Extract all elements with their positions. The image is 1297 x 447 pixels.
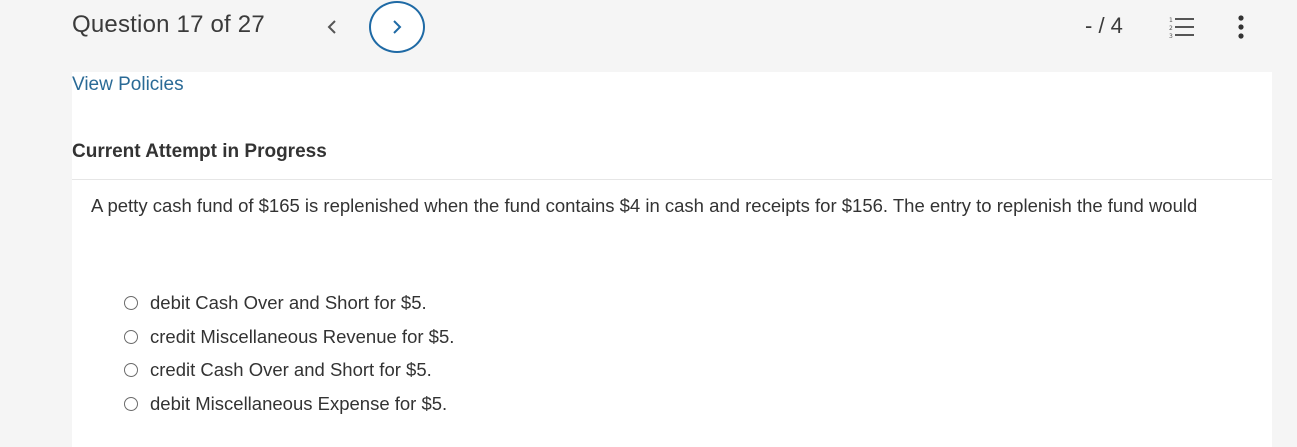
answer-option-3[interactable]: credit Cash Over and Short for $5.	[122, 353, 454, 387]
svg-text:2: 2	[1169, 25, 1173, 32]
radio-button-icon[interactable]	[124, 329, 138, 344]
score-display: - / 4	[1085, 13, 1123, 38]
svg-text:3: 3	[1169, 33, 1173, 40]
question-header: Question 17 of 27 - / 4 1 2 3	[0, 0, 1297, 60]
answer-option-label: debit Cash Over and Short for $5.	[150, 291, 427, 313]
answer-option-1[interactable]: debit Cash Over and Short for $5.	[122, 286, 454, 320]
section-divider	[72, 179, 1272, 180]
answer-option-2[interactable]: credit Miscellaneous Revenue for $5.	[122, 320, 454, 354]
next-question-button[interactable]	[369, 1, 425, 53]
answer-option-label: credit Miscellaneous Revenue for $5.	[150, 325, 455, 347]
numbered-list-icon: 1 2 3	[1169, 17, 1194, 40]
view-policies-link[interactable]: View Policies	[72, 74, 184, 96]
attempt-heading: Current Attempt in Progress	[72, 141, 327, 162]
chevron-left-icon	[327, 20, 336, 34]
radio-button-icon[interactable]	[124, 295, 138, 310]
radio-button-icon[interactable]	[124, 363, 138, 378]
more-vertical-icon	[1238, 15, 1244, 39]
answer-option-label: debit Miscellaneous Expense for $5.	[150, 392, 448, 414]
answer-option-4[interactable]: debit Miscellaneous Expense for $5.	[122, 387, 454, 421]
answer-options: debit Cash Over and Short for $5. credit…	[122, 286, 454, 421]
question-list-button[interactable]: 1 2 3	[1168, 15, 1196, 41]
more-options-button[interactable]	[1229, 13, 1253, 41]
chevron-right-icon	[393, 20, 402, 34]
radio-button-icon[interactable]	[124, 396, 138, 411]
question-counter: Question 17 of 27	[72, 11, 265, 38]
question-text: A petty cash fund of $165 is replenished…	[91, 195, 1198, 216]
answer-option-label: credit Cash Over and Short for $5.	[150, 359, 432, 381]
previous-question-button[interactable]	[316, 11, 348, 43]
svg-text:1: 1	[1169, 17, 1173, 24]
